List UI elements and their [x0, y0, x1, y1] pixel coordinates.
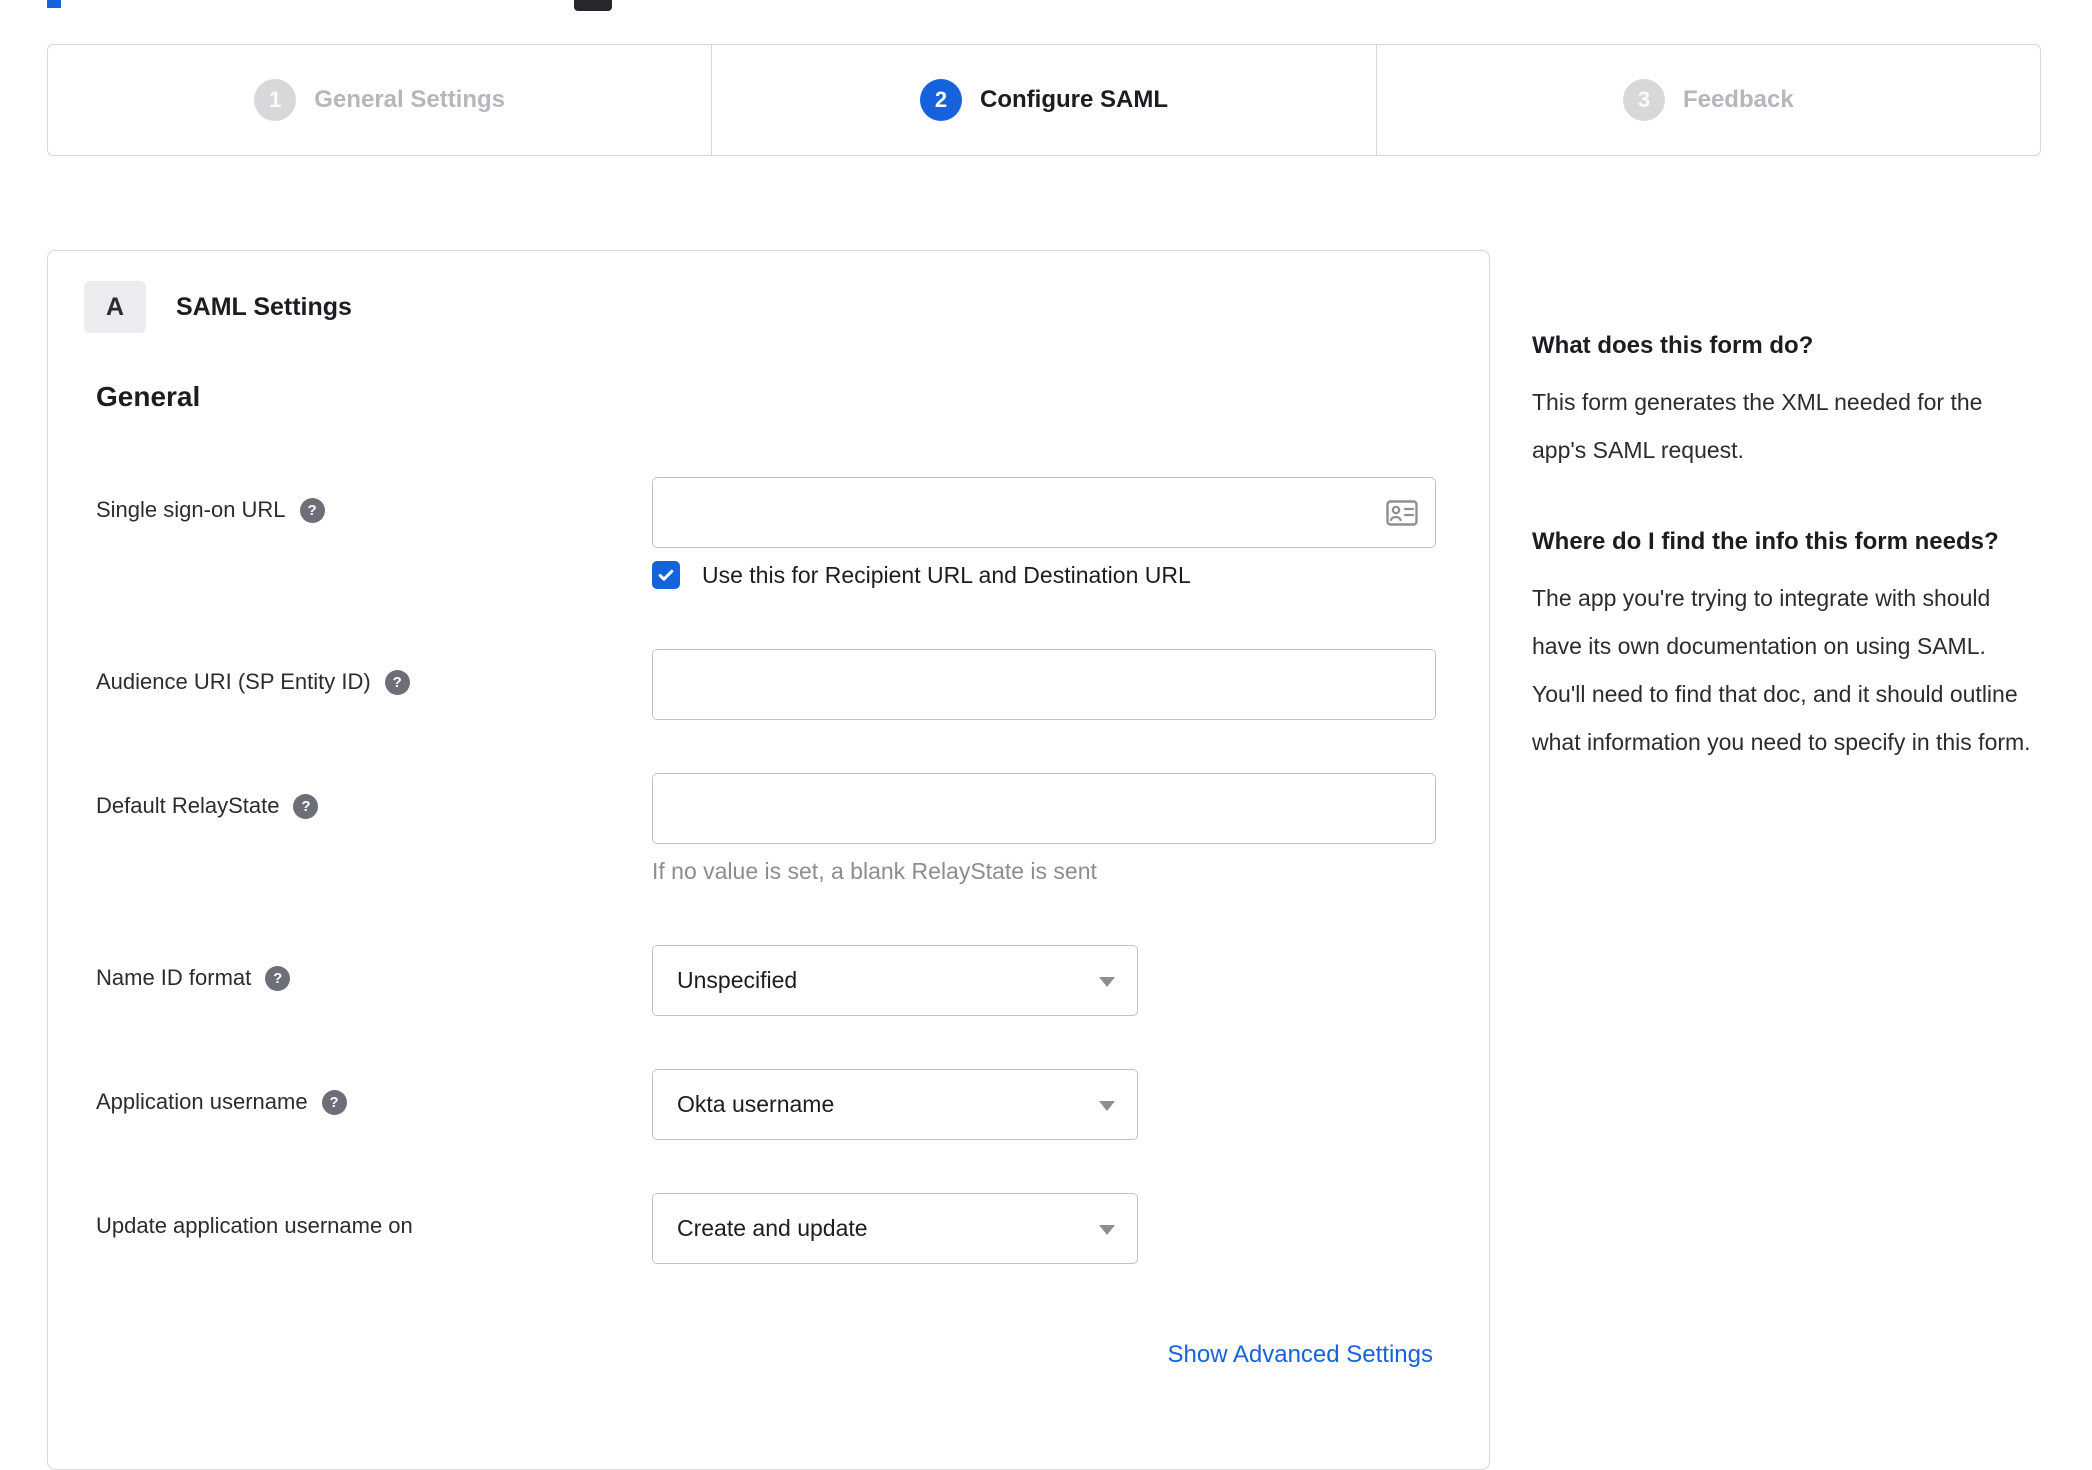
chevron-down-icon: [1099, 1225, 1115, 1235]
field-control-group: [652, 649, 1436, 720]
help-body: This form generates the XML needed for t…: [1532, 389, 1983, 463]
field-label-group: Default RelayState ?: [96, 773, 652, 819]
help-body: The app you're trying to integrate with …: [1532, 585, 2031, 755]
select-value: Create and update: [677, 1215, 868, 1241]
checkbox-label: Use this for Recipient URL and Destinati…: [702, 561, 1191, 588]
help-icon[interactable]: ?: [293, 793, 319, 819]
help-icon[interactable]: ?: [384, 669, 410, 695]
single-sign-on-url-input[interactable]: [652, 477, 1436, 548]
help-icon[interactable]: ?: [299, 497, 325, 523]
field-label: Name ID format: [96, 965, 252, 990]
step-label: Feedback: [1682, 86, 1794, 113]
input-wrap: [652, 477, 1436, 548]
update-application-username-select[interactable]: Create and update: [652, 1193, 1138, 1264]
field-control-group: Use this for Recipient URL and Destinati…: [652, 477, 1436, 589]
step-general-settings[interactable]: 1 General Settings: [48, 45, 713, 155]
use-for-recipient-checkbox[interactable]: [652, 561, 680, 589]
field-update-application-username: Update application username on Create an…: [96, 1193, 1138, 1264]
use-for-recipient-checkbox-row: Use this for Recipient URL and Destinati…: [652, 561, 1436, 589]
select-value: Unspecified: [677, 967, 798, 993]
cropped-header-fragment-blue: [47, 0, 61, 8]
step-feedback[interactable]: 3 Feedback: [1377, 45, 2040, 155]
audience-uri-input[interactable]: [652, 649, 1436, 720]
help-heading: Where do I find the info this form needs…: [1532, 528, 1999, 555]
step-number-badge: 3: [1622, 79, 1665, 121]
field-name-id-format: Name ID format ? Unspecified: [96, 945, 1138, 1016]
field-label-group: Application username ?: [96, 1069, 652, 1115]
field-label-group: Audience URI (SP Entity ID) ?: [96, 649, 652, 695]
input-wrap: [652, 773, 1436, 844]
chevron-down-icon: [1099, 977, 1115, 987]
cropped-header-fragment-dark: [574, 0, 612, 11]
field-label: Application username: [96, 1089, 308, 1114]
step-number-badge: 1: [254, 79, 297, 121]
field-label: Audience URI (SP Entity ID): [96, 669, 371, 694]
step-label: Configure SAML: [980, 86, 1168, 113]
help-heading: What does this form do?: [1532, 332, 1814, 359]
saml-settings-panel: A SAML Settings General Single sign-on U…: [47, 250, 1490, 1470]
panel-header: A SAML Settings: [84, 281, 352, 333]
name-id-format-select[interactable]: Unspecified: [652, 945, 1138, 1016]
field-default-relay-state: Default RelayState ? If no value is set,…: [96, 773, 1436, 885]
general-section-title: General: [96, 381, 201, 412]
input-wrap: [652, 649, 1436, 720]
panel-title: SAML Settings: [176, 292, 352, 321]
field-control-group: If no value is set, a blank RelayState i…: [652, 773, 1436, 885]
application-username-select[interactable]: Okta username: [652, 1069, 1138, 1140]
step-configure-saml[interactable]: 2 Configure SAML: [712, 45, 1377, 155]
help-section-where: Where do I find the info this form needs…: [1532, 518, 2037, 766]
help-section-what: What does this form do? This form genera…: [1532, 322, 2037, 474]
field-label: Single sign-on URL: [96, 497, 286, 522]
help-sidebar: What does this form do? This form genera…: [1532, 322, 2037, 810]
setup-wizard-stepper: 1 General Settings 2 Configure SAML 3 Fe…: [47, 44, 2041, 156]
help-icon[interactable]: ?: [265, 965, 291, 991]
step-label: General Settings: [314, 86, 506, 113]
chevron-down-icon: [1099, 1101, 1115, 1111]
field-audience-uri: Audience URI (SP Entity ID) ?: [96, 649, 1436, 720]
section-a-badge: A: [84, 281, 146, 333]
show-advanced-settings-link[interactable]: Show Advanced Settings: [1167, 1341, 1433, 1369]
field-application-username: Application username ? Okta username: [96, 1069, 1138, 1140]
default-relay-state-input[interactable]: [652, 773, 1436, 844]
help-icon[interactable]: ?: [321, 1089, 347, 1115]
field-label-group: Name ID format ?: [96, 945, 652, 991]
field-single-sign-on-url: Single sign-on URL ? Use this for Recipi…: [96, 477, 1436, 589]
field-label-group: Update application username on: [96, 1193, 652, 1239]
contact-card-icon[interactable]: [1386, 500, 1418, 526]
field-label: Update application username on: [96, 1213, 413, 1238]
select-value: Okta username: [677, 1091, 835, 1117]
field-label-group: Single sign-on URL ?: [96, 477, 652, 523]
step-number-badge: 2: [920, 79, 962, 121]
field-label: Default RelayState: [96, 793, 280, 818]
relay-state-hint: If no value is set, a blank RelayState i…: [652, 858, 1097, 884]
